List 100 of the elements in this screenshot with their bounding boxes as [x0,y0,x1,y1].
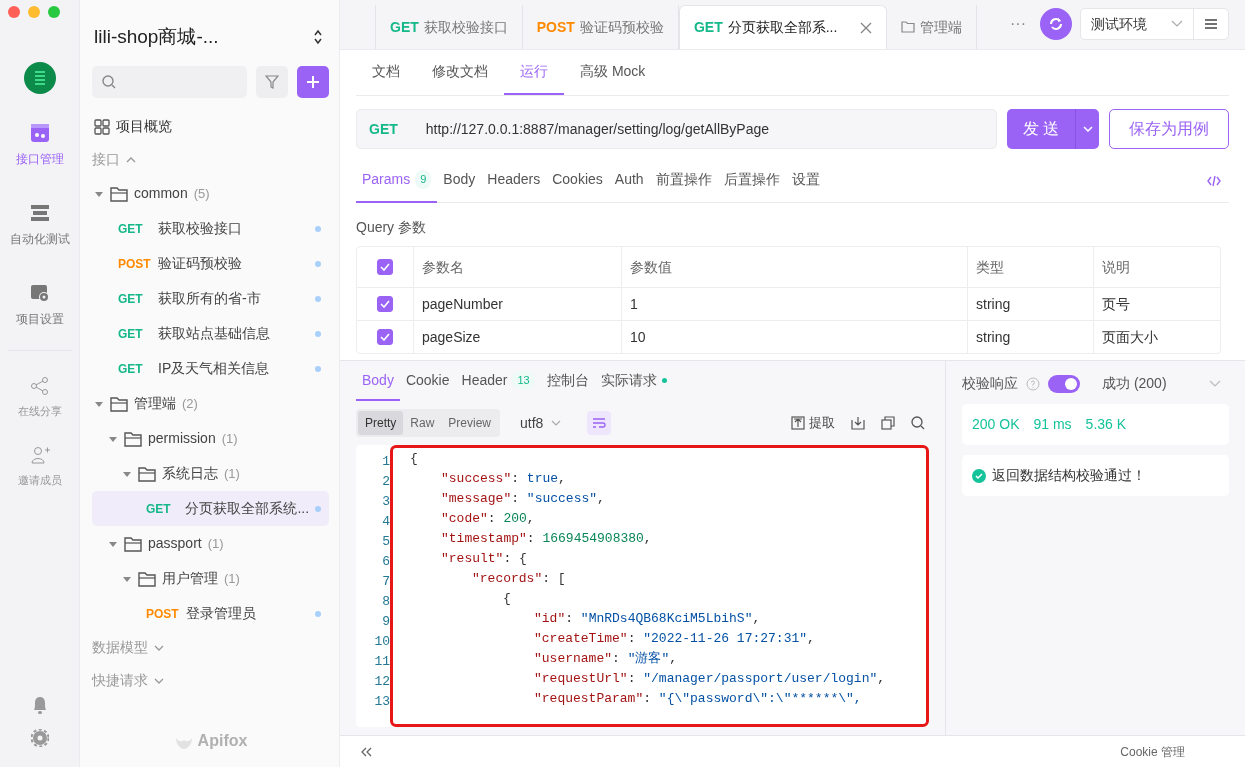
code-line: { [502,590,511,608]
folder-name[interactable]: 管理端 [134,393,176,414]
line-number: 4 [382,513,390,531]
format-option[interactable]: Pretty [358,411,404,435]
encoding-select[interactable]: utf8 [514,411,568,435]
close-icon[interactable] [860,21,873,34]
search-field[interactable] [92,66,247,98]
code-line: "success": true, [440,470,566,488]
folder-name[interactable]: passport [148,533,202,554]
column-header: 类型 [967,247,1093,287]
editor-tab[interactable]: POST 验证码预校验 [522,5,679,49]
code-line: "records": [ [471,570,566,588]
wrap-button[interactable] [587,411,612,435]
rail-item[interactable]: 自动化测试 [9,194,70,256]
settings-icon[interactable] [30,729,49,747]
status-dot [315,610,321,617]
view-tab[interactable]: 运行 [504,50,564,95]
window-control[interactable] [8,6,20,18]
editor-tab[interactable]: GET 获取校验接口 [376,5,523,49]
code-line: "createTime": "2022-11-26 17:27:31", [533,630,815,648]
endpoint-item[interactable]: POST 验证码预校验 [92,246,329,281]
editor-tab[interactable]: 管理端 [887,5,978,49]
response-tab[interactable]: Body [356,361,400,401]
item-count: (1) [224,464,240,483]
share-icon [28,375,51,397]
project-title[interactable]: lili-shop商城-... [94,22,219,52]
table-cell: 1 [621,288,967,320]
check-icon [380,333,390,341]
folder-name[interactable]: 系统日志 [162,463,218,484]
chevron-down-icon[interactable] [1209,379,1221,388]
line-number: 3 [382,493,390,511]
table-cell: 10 [621,321,967,353]
line-number: 10 [374,633,390,651]
param-tab[interactable]: Params 9 [356,158,438,203]
copy-icon [881,416,895,430]
endpoint-item[interactable]: POST 登录管理员 [92,596,329,631]
response-tab[interactable]: Header 13 [455,361,541,401]
response-tab[interactable]: 控制台 [540,361,595,401]
endpoint-item[interactable]: GET 分页获取全部系统... [92,491,329,526]
param-tab[interactable]: Body [437,158,482,203]
view-tab[interactable]: 文档 [356,50,416,95]
folder-name[interactable]: 用户管理 [162,568,218,589]
table-cell: 页号 [1093,288,1220,320]
view-tab[interactable]: 高级 Mock [564,50,662,95]
endpoint-item[interactable]: GET IP及天气相关信息 [92,351,329,386]
collapse-icon[interactable] [360,746,372,757]
param-tab[interactable]: Headers [481,158,547,203]
toggle-switch[interactable] [1048,374,1080,393]
result-select[interactable]: 成功 (200) [1102,373,1167,394]
param-tab[interactable]: 设置 [785,158,826,203]
checkbox[interactable] [377,259,393,275]
add-button[interactable] [297,66,329,98]
filter-button[interactable] [256,66,288,98]
line-number: 7 [382,573,390,591]
folder-icon [901,21,916,33]
extract-button[interactable]: 提取 [787,413,839,433]
window-control[interactable] [48,6,60,18]
format-option[interactable]: Raw [403,411,442,435]
save-button[interactable]: 保存为用例 [1109,109,1229,149]
rail-item[interactable]: 接口管理 [15,114,64,176]
folder-icon [124,430,142,447]
validation-message: 返回数据结构校验通过！ [992,466,1146,485]
code-line: "message": "success", [440,490,605,508]
param-tab[interactable]: Auth [608,158,650,203]
param-tab[interactable]: Cookies [546,158,609,203]
checkbox[interactable] [377,329,393,345]
count-badge: 9 [415,170,432,189]
search-icon [102,75,116,89]
sync-button[interactable] [1040,8,1072,40]
param-tab[interactable]: 前置操作 [649,158,718,203]
folder-name[interactable]: common [134,183,188,204]
url-field[interactable]: GET http://127.0.0.1:8887/manager/setting/log/getAllByPage [356,109,997,149]
api-icon [28,122,51,144]
overview-link[interactable]: 项目概览 [116,116,172,137]
item-count: (1) [207,534,224,553]
format-option[interactable]: Preview [441,411,499,435]
sort-icon[interactable] [313,29,323,45]
item-count: (5) [193,184,210,203]
table-cell: string [967,321,1093,353]
rail-item[interactable]: 项目设置 [15,274,64,336]
response-stat: 5.36 K [1085,415,1127,434]
endpoint-item[interactable]: GET 获取所有的省-市 [92,281,329,316]
search-icon [911,416,925,430]
view-tab[interactable]: 修改文档 [416,50,504,95]
table-cell: 页面大小 [1093,321,1220,353]
code-line: { [410,450,418,468]
code-line: "result": { [440,550,527,568]
column-header: 参数值 [621,247,967,287]
status-dot [315,260,321,267]
checkbox[interactable] [377,296,393,312]
cookie-manager-link[interactable]: Cookie 管理 [1120,742,1185,761]
response-tab[interactable]: Cookie [399,361,456,401]
endpoint-item[interactable]: GET 获取校验接口 [92,211,329,246]
code-line: "requestParam": "{\"password\":\"******\", [533,690,862,708]
editor-tab[interactable]: GET 分页获取全部系... [678,5,888,49]
check-icon [380,263,390,271]
param-tab[interactable]: 后置操作 [717,158,786,203]
response-tab[interactable]: 实际请求 [594,361,673,401]
endpoint-item[interactable]: GET 获取站点基础信息 [92,316,329,351]
folder-name[interactable]: permission [148,428,216,449]
